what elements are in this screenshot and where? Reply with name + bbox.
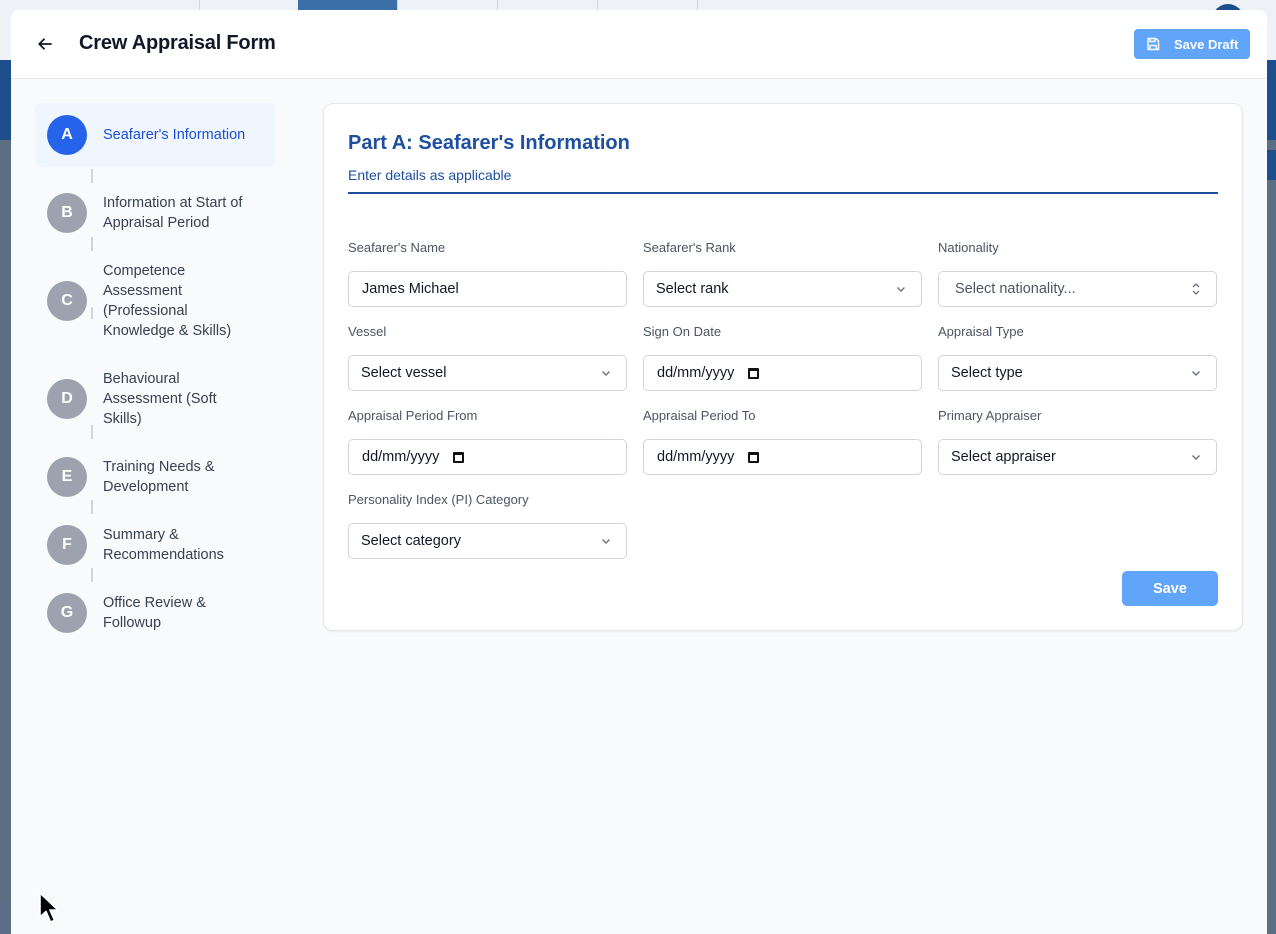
period-to-input[interactable]: dd/mm/yyyy — [643, 439, 922, 475]
select-value: Select appraiser — [951, 449, 1056, 465]
back-button[interactable] — [33, 32, 57, 56]
nationality-select[interactable]: Select nationality... — [938, 271, 1217, 307]
seafarer-name-input[interactable]: James Michael — [348, 271, 627, 307]
field-label: Appraisal Period To — [643, 408, 756, 423]
step-f-summary[interactable]: F Summary & Recommendations — [35, 515, 275, 575]
field-label: Appraisal Period From — [348, 408, 478, 423]
chevron-down-icon — [602, 371, 610, 376]
modal-header: Crew Appraisal Form Save Draft — [11, 10, 1267, 79]
mouse-cursor-icon — [39, 892, 59, 923]
seafarer-rank-field: Seafarer's Rank Select rank — [643, 240, 922, 307]
select-value: Select rank — [656, 281, 729, 297]
chevron-down-icon — [602, 539, 610, 544]
chevron-up-down-icon — [1192, 283, 1200, 295]
background-tab — [298, 0, 398, 10]
nationality-field: Nationality Select nationality... — [938, 240, 1217, 307]
step-a-seafarers-information[interactable]: A Seafarer's Information — [35, 103, 275, 167]
pi-category-select[interactable]: Select category — [348, 523, 627, 559]
step-label: Information at Start of Appraisal Period — [103, 195, 243, 231]
vessel-field: Vessel Select vessel — [348, 324, 627, 391]
sign-on-date-field: Sign On Date dd/mm/yyyy — [643, 324, 922, 391]
step-label: Summary & Recommendations — [103, 527, 224, 563]
field-label: Seafarer's Rank — [643, 240, 736, 255]
section-subtitle: Enter details as applicable — [348, 167, 512, 183]
background-tab — [200, 0, 300, 10]
step-c-competence-assessment[interactable]: C Competence Assessment (Professional Kn… — [35, 251, 275, 339]
background-tab — [100, 0, 200, 10]
step-badge: C — [47, 281, 87, 321]
select-value: Select vessel — [361, 365, 447, 381]
calendar-icon[interactable] — [748, 451, 760, 463]
step-badge: E — [47, 457, 87, 497]
step-badge: G — [47, 593, 87, 633]
field-label: Vessel — [348, 324, 387, 339]
field-label: Sign On Date — [643, 324, 722, 339]
date-value: dd/mm/yyyy — [657, 449, 735, 465]
seafarer-name-field: Seafarer's Name James Michael — [348, 240, 627, 307]
field-label: Seafarer's Name — [348, 240, 446, 255]
step-b-start-of-period[interactable]: B Information at Start of Appraisal Peri… — [35, 183, 275, 243]
chevron-down-icon — [1192, 455, 1200, 460]
step-connector — [91, 425, 93, 439]
step-label: Office Review & Followup — [103, 595, 206, 631]
date-value: dd/mm/yyyy — [657, 365, 735, 381]
background-tab — [598, 0, 698, 10]
pi-category-field: Personality Index (PI) Category Select c… — [348, 492, 627, 559]
step-badge: F — [47, 525, 87, 565]
step-badge: B — [47, 193, 87, 233]
period-from-input[interactable]: dd/mm/yyyy — [348, 439, 627, 475]
appraisal-modal: Crew Appraisal Form Save Draft A Seafare… — [11, 10, 1267, 934]
select-value: Select type — [951, 365, 1023, 381]
floppy-disk-icon — [1147, 37, 1160, 51]
field-label: Personality Index (PI) Category — [348, 492, 529, 507]
primary-appraiser-select[interactable]: Select appraiser — [938, 439, 1217, 475]
appraisal-type-select[interactable]: Select type — [938, 355, 1217, 391]
chevron-down-icon — [897, 287, 905, 292]
seafarer-rank-select[interactable]: Select rank — [643, 271, 922, 307]
section-title: Part A: Seafarer's Information — [348, 132, 630, 154]
period-from-field: Appraisal Period From dd/mm/yyyy — [348, 408, 627, 475]
step-label: Competence Assessment (Professional Know… — [103, 263, 232, 339]
page-title: Crew Appraisal Form — [79, 32, 276, 54]
background-tab — [498, 0, 598, 10]
step-label: Seafarer's Information — [103, 127, 246, 143]
field-label: Primary Appraiser — [938, 408, 1042, 423]
calendar-icon[interactable] — [748, 367, 760, 379]
select-value: Select category — [361, 533, 461, 549]
step-badge: D — [47, 379, 87, 419]
step-g-office-review[interactable]: G Office Review & Followup — [35, 583, 275, 643]
background-tab — [398, 0, 498, 10]
arrow-left-icon — [38, 38, 52, 50]
step-badge: A — [47, 115, 87, 155]
vessel-select[interactable]: Select vessel — [348, 355, 627, 391]
save-draft-button[interactable]: Save Draft — [1134, 29, 1250, 59]
seafarer-info-card: Part A: Seafarer's Information Enter det… — [323, 103, 1243, 631]
period-to-field: Appraisal Period To dd/mm/yyyy — [643, 408, 922, 475]
calendar-icon[interactable] — [453, 451, 465, 463]
save-draft-label: Save Draft — [1174, 36, 1239, 52]
step-label: Behavioural Assessment (Soft Skills) — [103, 371, 217, 427]
step-label: Training Needs & Development — [103, 459, 215, 495]
section-divider — [348, 192, 1218, 194]
appraisal-type-field: Appraisal Type Select type — [938, 324, 1217, 391]
field-label: Nationality — [938, 240, 999, 255]
primary-appraiser-field: Primary Appraiser Select appraiser — [938, 408, 1217, 475]
chevron-down-icon — [1192, 371, 1200, 376]
step-d-behavioural-assessment[interactable]: D Behavioural Assessment (Soft Skills) — [35, 359, 275, 427]
background-app-sidebar — [0, 140, 11, 900]
step-e-training-needs[interactable]: E Training Needs & Development — [35, 447, 275, 507]
select-value: Select nationality... — [955, 281, 1076, 297]
step-connector — [91, 169, 93, 183]
date-value: dd/mm/yyyy — [362, 449, 440, 465]
field-label: Appraisal Type — [938, 324, 1024, 339]
save-button[interactable]: Save — [1122, 571, 1218, 606]
sign-on-date-input[interactable]: dd/mm/yyyy — [643, 355, 922, 391]
